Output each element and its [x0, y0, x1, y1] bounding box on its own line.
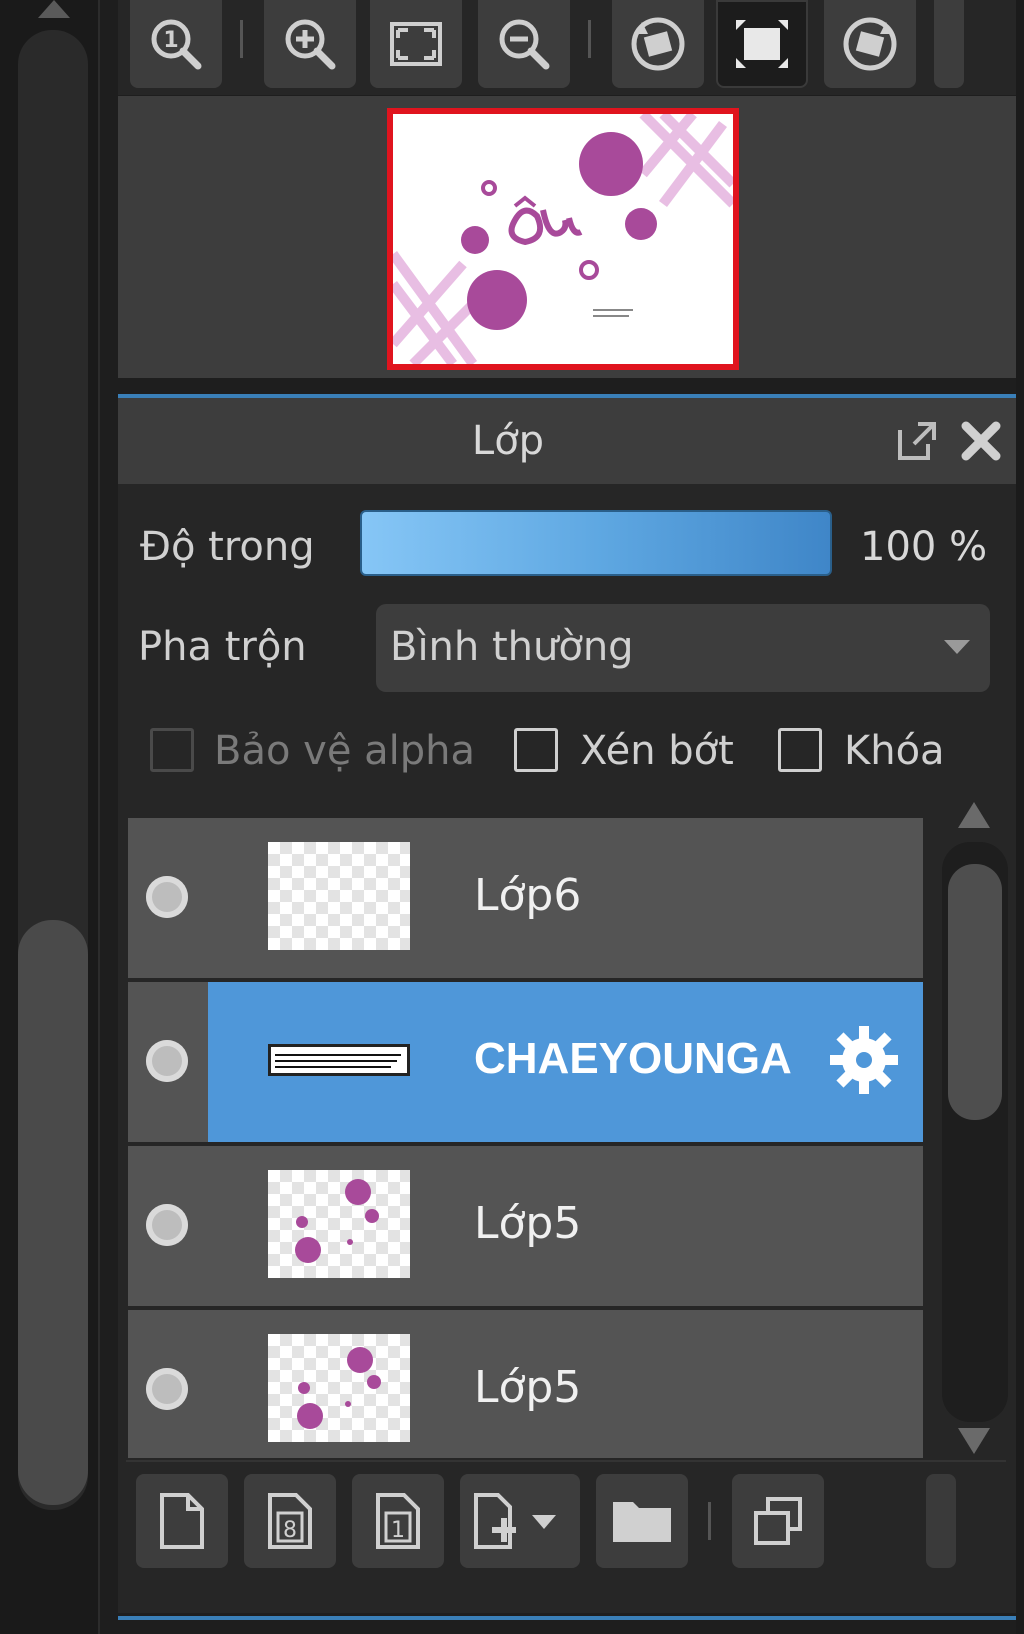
- layer-name: Lớp5: [474, 1198, 582, 1249]
- visibility-icon[interactable]: [146, 1368, 188, 1410]
- scroll-down-icon[interactable]: [958, 1428, 990, 1454]
- clipping-label: Xén bớt: [580, 728, 734, 774]
- layer-list: Lớp6 CHAEYOUNGA Lớp5 Lớp5: [128, 818, 923, 1458]
- toolbar-overflow[interactable]: [926, 1474, 956, 1568]
- scrollbar-thumb[interactable]: [18, 920, 88, 1505]
- blend-mode-label: Pha trộn: [138, 624, 307, 670]
- layer-actions-toolbar: 8 1: [126, 1460, 1006, 1580]
- rotate-left-icon: [631, 17, 685, 71]
- protect-alpha-checkbox[interactable]: [150, 728, 194, 772]
- new-1bit-layer-button[interactable]: 1: [352, 1474, 444, 1568]
- panel-header: Lớp: [118, 398, 1016, 484]
- svg-text:8: 8: [283, 1518, 297, 1543]
- chevron-down-icon: [944, 640, 970, 654]
- zoom-in-button[interactable]: [264, 0, 356, 88]
- left-scrollbar[interactable]: [0, 0, 100, 1634]
- opacity-label: Độ trong: [140, 524, 315, 570]
- lock-label: Khóa: [844, 728, 945, 774]
- add-layer-dropdown-icon: [474, 1493, 556, 1549]
- layer-name: Lớp6: [474, 870, 582, 921]
- protect-alpha-label: Bảo vệ alpha: [214, 728, 476, 774]
- zoom-out-button[interactable]: [478, 0, 570, 88]
- layer-thumbnail: [268, 842, 410, 950]
- layer-list-scrollbar[interactable]: [936, 794, 1014, 1462]
- zoom-out-icon: [499, 19, 550, 70]
- actual-size-icon: 1: [151, 19, 202, 70]
- rotate-left-button[interactable]: [612, 0, 704, 88]
- layer-thumbnail: [268, 1170, 410, 1278]
- rotate-right-button[interactable]: [824, 0, 916, 88]
- duplicate-layer-button[interactable]: [732, 1474, 824, 1568]
- actual-size-button[interactable]: 1: [130, 0, 222, 88]
- toolbar-overflow[interactable]: [934, 0, 964, 88]
- navigator-toolbar: 1: [118, 0, 1016, 95]
- layer-name: Lớp5: [474, 1362, 582, 1413]
- blend-mode-value: Bình thường: [390, 624, 634, 670]
- layer-row-selected[interactable]: CHAEYOUNGA: [128, 982, 923, 1146]
- new-folder-icon: [613, 1502, 671, 1542]
- fit-screen-icon: [390, 22, 442, 66]
- layer-thumbnail: [268, 1334, 410, 1442]
- new-layer-button[interactable]: [136, 1474, 228, 1568]
- text-layer-gear-icon: [830, 1026, 898, 1094]
- undock-icon[interactable]: [894, 418, 940, 464]
- layer-row[interactable]: Lớp5: [128, 1146, 923, 1310]
- visibility-icon[interactable]: [146, 1204, 188, 1246]
- new-layer-1bit-icon: 1: [376, 1493, 420, 1549]
- add-layer-dropdown-button[interactable]: [460, 1474, 580, 1568]
- scroll-up-icon[interactable]: [38, 0, 70, 18]
- fullscreen-button[interactable]: [716, 0, 808, 88]
- fit-screen-button[interactable]: [370, 0, 462, 88]
- layer-name: CHAEYOUNGA: [474, 1034, 792, 1083]
- layer-row[interactable]: Lớp6: [128, 818, 923, 982]
- canvas-preview-frame[interactable]: [387, 108, 739, 370]
- canvas-thumbnail: [393, 114, 733, 364]
- visibility-icon[interactable]: [146, 876, 188, 918]
- rotate-right-icon: [843, 17, 897, 71]
- opacity-slider[interactable]: [360, 510, 832, 576]
- navigator-preview[interactable]: [118, 96, 1016, 378]
- scrollbar-thumb[interactable]: [948, 864, 1002, 1120]
- opacity-value: 100 %: [860, 524, 988, 570]
- visibility-icon[interactable]: [146, 1040, 188, 1082]
- blend-mode-select[interactable]: Bình thường: [376, 604, 990, 692]
- new-layer-icon: [160, 1493, 204, 1549]
- panel-title: Lớp: [471, 418, 545, 464]
- new-layer-8bit-icon: 8: [268, 1493, 312, 1549]
- window-edge: [1016, 0, 1024, 1634]
- svg-text:1: 1: [391, 1518, 405, 1543]
- duplicate-layer-icon: [754, 1497, 802, 1545]
- layer-row[interactable]: Lớp5: [128, 1310, 923, 1458]
- close-icon[interactable]: [958, 418, 1004, 464]
- clipping-checkbox[interactable]: [514, 728, 558, 772]
- lock-checkbox[interactable]: [778, 728, 822, 772]
- panel-divider: [118, 1616, 1016, 1620]
- new-8bit-layer-button[interactable]: 8: [244, 1474, 336, 1568]
- fullscreen-icon: [736, 20, 788, 68]
- new-folder-button[interactable]: [596, 1474, 688, 1568]
- layer-panel: Lớp Độ trong 100 % Pha trộn Bình thường …: [118, 398, 1016, 1613]
- scroll-up-icon[interactable]: [958, 802, 990, 828]
- zoom-in-icon: [285, 19, 336, 70]
- layer-thumbnail: [268, 1044, 410, 1076]
- svg-text:1: 1: [163, 28, 178, 53]
